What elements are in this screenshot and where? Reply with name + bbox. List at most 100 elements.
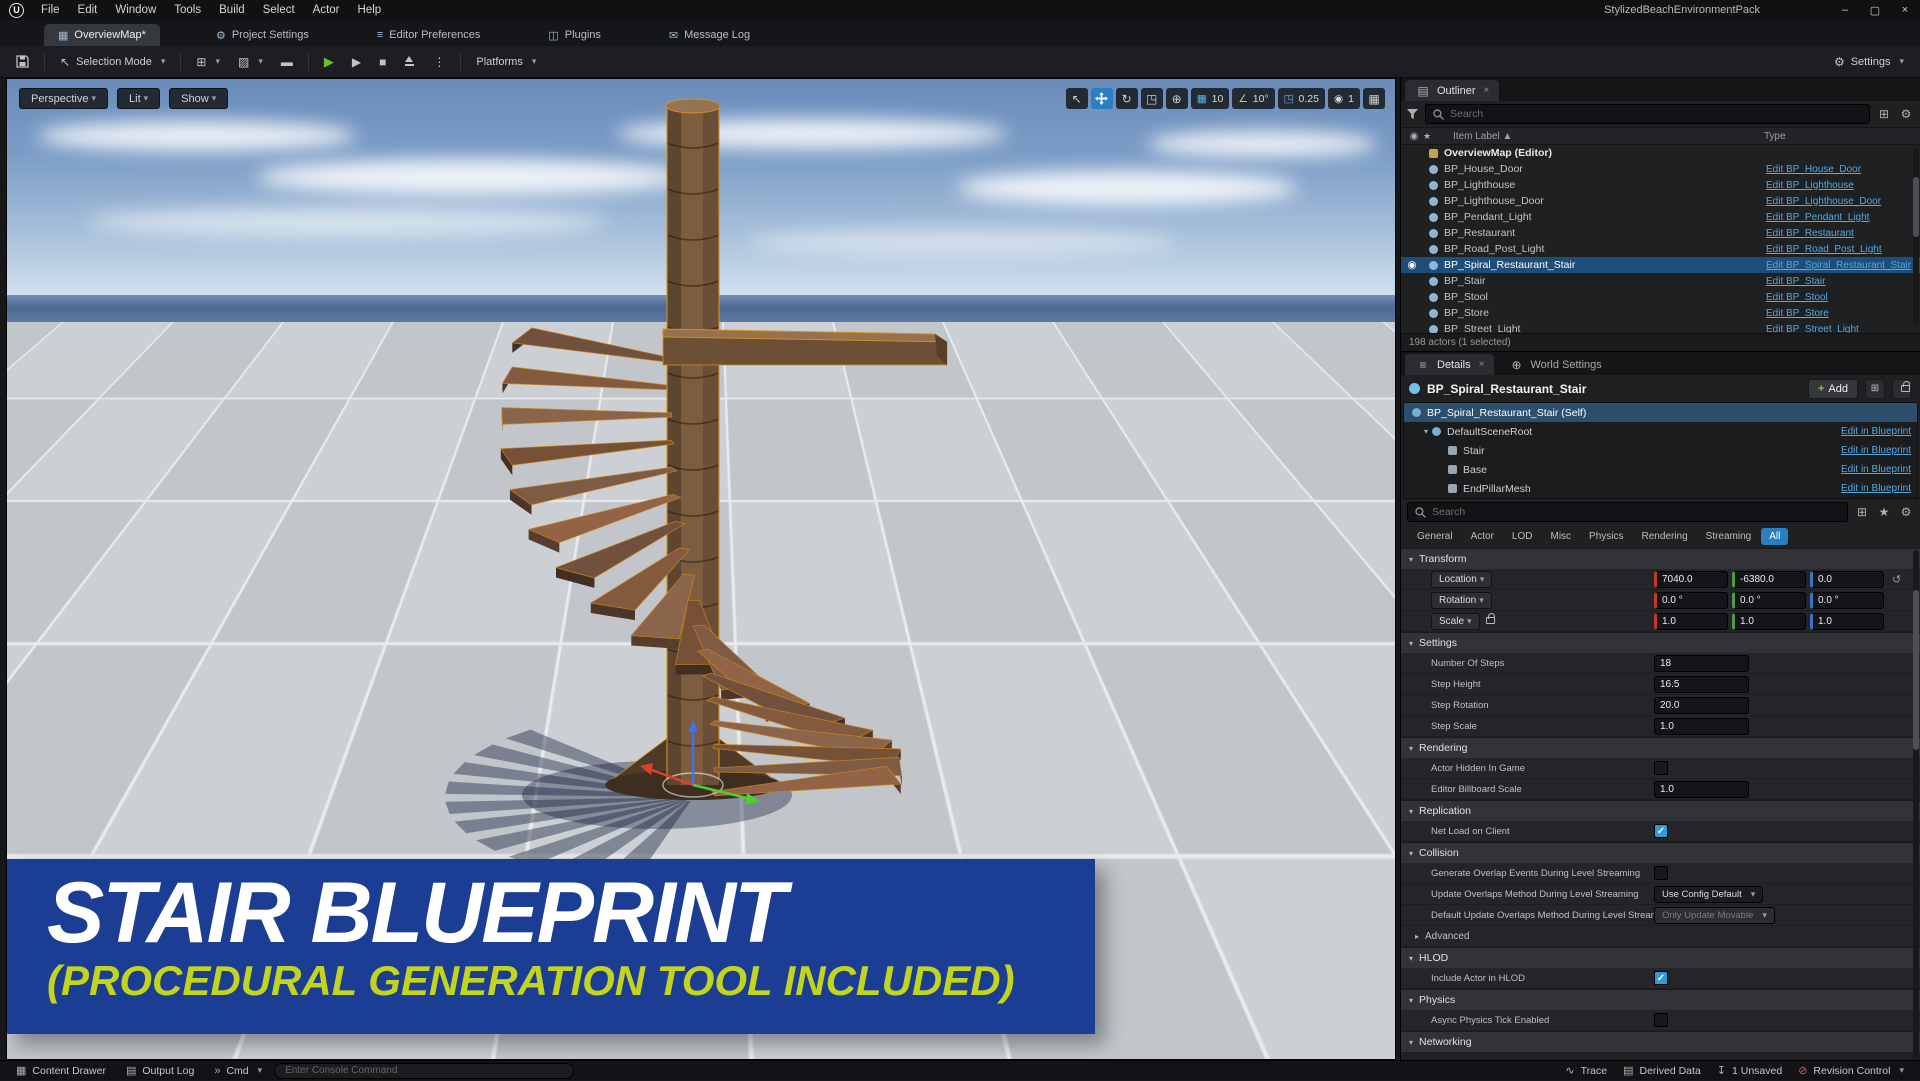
- filter-icon[interactable]: [1407, 109, 1419, 120]
- add-folder-icon[interactable]: ⊞: [1876, 107, 1892, 121]
- scale-x-field[interactable]: [1654, 613, 1728, 630]
- section-settings[interactable]: Settings: [1401, 632, 1920, 653]
- scale-tool-button[interactable]: ◳: [1141, 88, 1163, 109]
- translate-tool-button[interactable]: [1091, 88, 1113, 109]
- edit-blueprint-link[interactable]: Edit BP_Lighthouse_Door: [1766, 196, 1916, 207]
- filter-lod[interactable]: LOD: [1504, 528, 1541, 545]
- menu-actor[interactable]: Actor: [304, 0, 349, 20]
- edit-blueprint-link[interactable]: Edit BP_Stair: [1766, 276, 1916, 287]
- rotate-tool-button[interactable]: ↻: [1116, 88, 1138, 109]
- content-drawer-button[interactable]: ▦ Content Drawer: [8, 1061, 114, 1081]
- component-row[interactable]: ▾ DefaultSceneRoot Edit in Blueprint: [1404, 422, 1917, 441]
- filter-streaming[interactable]: Streaming: [1698, 528, 1760, 545]
- filter-misc[interactable]: Misc: [1542, 528, 1579, 545]
- console-command-input[interactable]: [285, 1065, 563, 1076]
- edit-blueprint-link[interactable]: Edit BP_Spiral_Restaurant_Stair: [1766, 260, 1916, 271]
- step-rotation-input[interactable]: [1654, 697, 1749, 714]
- details-search[interactable]: [1407, 502, 1848, 522]
- filter-all[interactable]: All: [1761, 528, 1788, 545]
- edit-blueprint-link[interactable]: Edit BP_Pendant_Light: [1766, 212, 1916, 223]
- include-hlod-checkbox[interactable]: [1654, 971, 1668, 985]
- minimize-button[interactable]: –: [1830, 0, 1860, 20]
- section-networking[interactable]: Networking: [1401, 1031, 1920, 1052]
- outliner-root-row[interactable]: OverviewMap (Editor): [1401, 145, 1920, 161]
- table-row[interactable]: ◉BP_StoolEdit BP_Stool: [1401, 289, 1920, 305]
- billboard-scale-input[interactable]: [1654, 781, 1749, 798]
- step-height-input[interactable]: [1654, 676, 1749, 693]
- play-button[interactable]: ▶: [316, 50, 342, 74]
- revision-control-button[interactable]: ⊘ Revision Control: [1790, 1061, 1912, 1081]
- save-button[interactable]: [8, 50, 37, 74]
- section-collision[interactable]: Collision: [1401, 842, 1920, 863]
- edit-in-blueprint-link[interactable]: Edit in Blueprint: [1841, 464, 1911, 475]
- rotation-y-field[interactable]: [1732, 592, 1806, 609]
- location-dropdown[interactable]: Location: [1431, 571, 1492, 588]
- rotation-dropdown[interactable]: Rotation: [1431, 592, 1492, 609]
- generate-overlap-checkbox[interactable]: [1654, 866, 1668, 880]
- expand-sections-icon[interactable]: ⊞: [1854, 505, 1870, 519]
- property-list[interactable]: Transform Location ↺ Rotation: [1401, 548, 1920, 1060]
- cinematics-button[interactable]: ▬: [273, 50, 301, 74]
- table-row[interactable]: ◉BP_StoreEdit BP_Store: [1401, 305, 1920, 321]
- details-settings-icon[interactable]: ⚙: [1898, 505, 1914, 519]
- camera-speed-control[interactable]: ◉ 1: [1328, 88, 1360, 109]
- section-transform[interactable]: Transform: [1401, 548, 1920, 569]
- outliner-settings-icon[interactable]: ⚙: [1898, 107, 1914, 121]
- number-of-steps-input[interactable]: [1654, 655, 1749, 672]
- maximize-viewport-button[interactable]: ▦: [1363, 88, 1385, 109]
- console-command-box[interactable]: [274, 1063, 574, 1079]
- menu-tools[interactable]: Tools: [165, 0, 210, 20]
- scale-y-field[interactable]: [1732, 613, 1806, 630]
- component-tree[interactable]: BP_Spiral_Restaurant_Stair (Self) ▾ Defa…: [1403, 402, 1918, 499]
- component-row[interactable]: EndPillarMesh Edit in Blueprint: [1404, 479, 1917, 498]
- add-component-button[interactable]: + Add: [1808, 379, 1858, 399]
- tab-outliner[interactable]: ▤ Outliner ×: [1405, 80, 1499, 101]
- location-y-field[interactable]: [1732, 571, 1806, 588]
- selection-mode-dropdown[interactable]: ↖ Selection Mode: [52, 50, 173, 74]
- unsaved-button[interactable]: ↧ 1 Unsaved: [1709, 1061, 1790, 1081]
- frame-skip-button[interactable]: ▶: [344, 50, 369, 74]
- table-row[interactable]: ◉BP_Pendant_LightEdit BP_Pendant_Light: [1401, 209, 1920, 225]
- menu-select[interactable]: Select: [254, 0, 304, 20]
- scale-z-field[interactable]: [1810, 613, 1884, 630]
- filter-physics[interactable]: Physics: [1581, 528, 1631, 545]
- scale-lock-icon[interactable]: [1486, 617, 1495, 624]
- component-row-self[interactable]: BP_Spiral_Restaurant_Stair (Self): [1404, 403, 1917, 422]
- edit-blueprint-link[interactable]: Edit BP_Road_Post_Light: [1766, 244, 1916, 255]
- plugins-button[interactable]: ◫ Plugins: [536, 24, 612, 46]
- location-x-field[interactable]: [1654, 571, 1728, 588]
- platforms-dropdown[interactable]: Platforms: [468, 50, 544, 74]
- async-physics-checkbox[interactable]: [1654, 1013, 1668, 1027]
- favorites-icon[interactable]: ★: [1876, 505, 1892, 519]
- table-row[interactable]: ◉BP_Street_LightEdit BP_Street_Light: [1401, 321, 1920, 333]
- project-settings-button[interactable]: ⚙ Project Settings: [204, 24, 321, 46]
- edit-in-blueprint-link[interactable]: Edit in Blueprint: [1841, 445, 1911, 456]
- table-row[interactable]: ◉BP_RestaurantEdit BP_Restaurant: [1401, 225, 1920, 241]
- add-actor-button[interactable]: ⊞: [188, 50, 228, 74]
- output-log-button[interactable]: ▤ Output Log: [118, 1061, 202, 1081]
- menu-edit[interactable]: Edit: [69, 0, 107, 20]
- section-hlod[interactable]: HLOD: [1401, 947, 1920, 968]
- table-row[interactable]: ◉BP_StairEdit BP_Stair: [1401, 273, 1920, 289]
- close-icon[interactable]: ×: [1479, 359, 1485, 370]
- eject-button[interactable]: [396, 50, 423, 74]
- scale-snap-control[interactable]: ◳ 0.25: [1278, 88, 1325, 109]
- edit-blueprint-link[interactable]: Edit BP_Store: [1766, 308, 1916, 319]
- menu-help[interactable]: Help: [349, 0, 391, 20]
- modes-button[interactable]: ▨: [230, 50, 271, 74]
- browse-icon[interactable]: ⊞: [1865, 379, 1885, 399]
- edit-in-blueprint-link[interactable]: Edit in Blueprint: [1841, 426, 1911, 437]
- table-row[interactable]: ◉BP_Road_Post_LightEdit BP_Road_Post_Lig…: [1401, 241, 1920, 257]
- edit-blueprint-link[interactable]: Edit BP_Restaurant: [1766, 228, 1916, 239]
- trace-button[interactable]: ∿ Trace: [1557, 1061, 1615, 1081]
- advanced-expander[interactable]: Advanced: [1401, 926, 1920, 947]
- component-row[interactable]: Stair Edit in Blueprint: [1404, 441, 1917, 460]
- outliner-search-input[interactable]: [1450, 108, 1862, 120]
- table-row-selected[interactable]: ◉BP_Spiral_Restaurant_StairEdit BP_Spira…: [1401, 257, 1920, 273]
- close-icon[interactable]: ×: [1484, 85, 1490, 96]
- level-viewport[interactable]: Perspective Lit Show ↖ ↻ ◳ ⊕ ▦ 10 ∠ 10° …: [6, 78, 1396, 1060]
- outliner-column-headers[interactable]: ◉ ★ Item Label ▲ Type: [1401, 127, 1920, 145]
- section-rendering[interactable]: Rendering: [1401, 737, 1920, 758]
- section-replication[interactable]: Replication: [1401, 800, 1920, 821]
- location-z-field[interactable]: [1810, 571, 1884, 588]
